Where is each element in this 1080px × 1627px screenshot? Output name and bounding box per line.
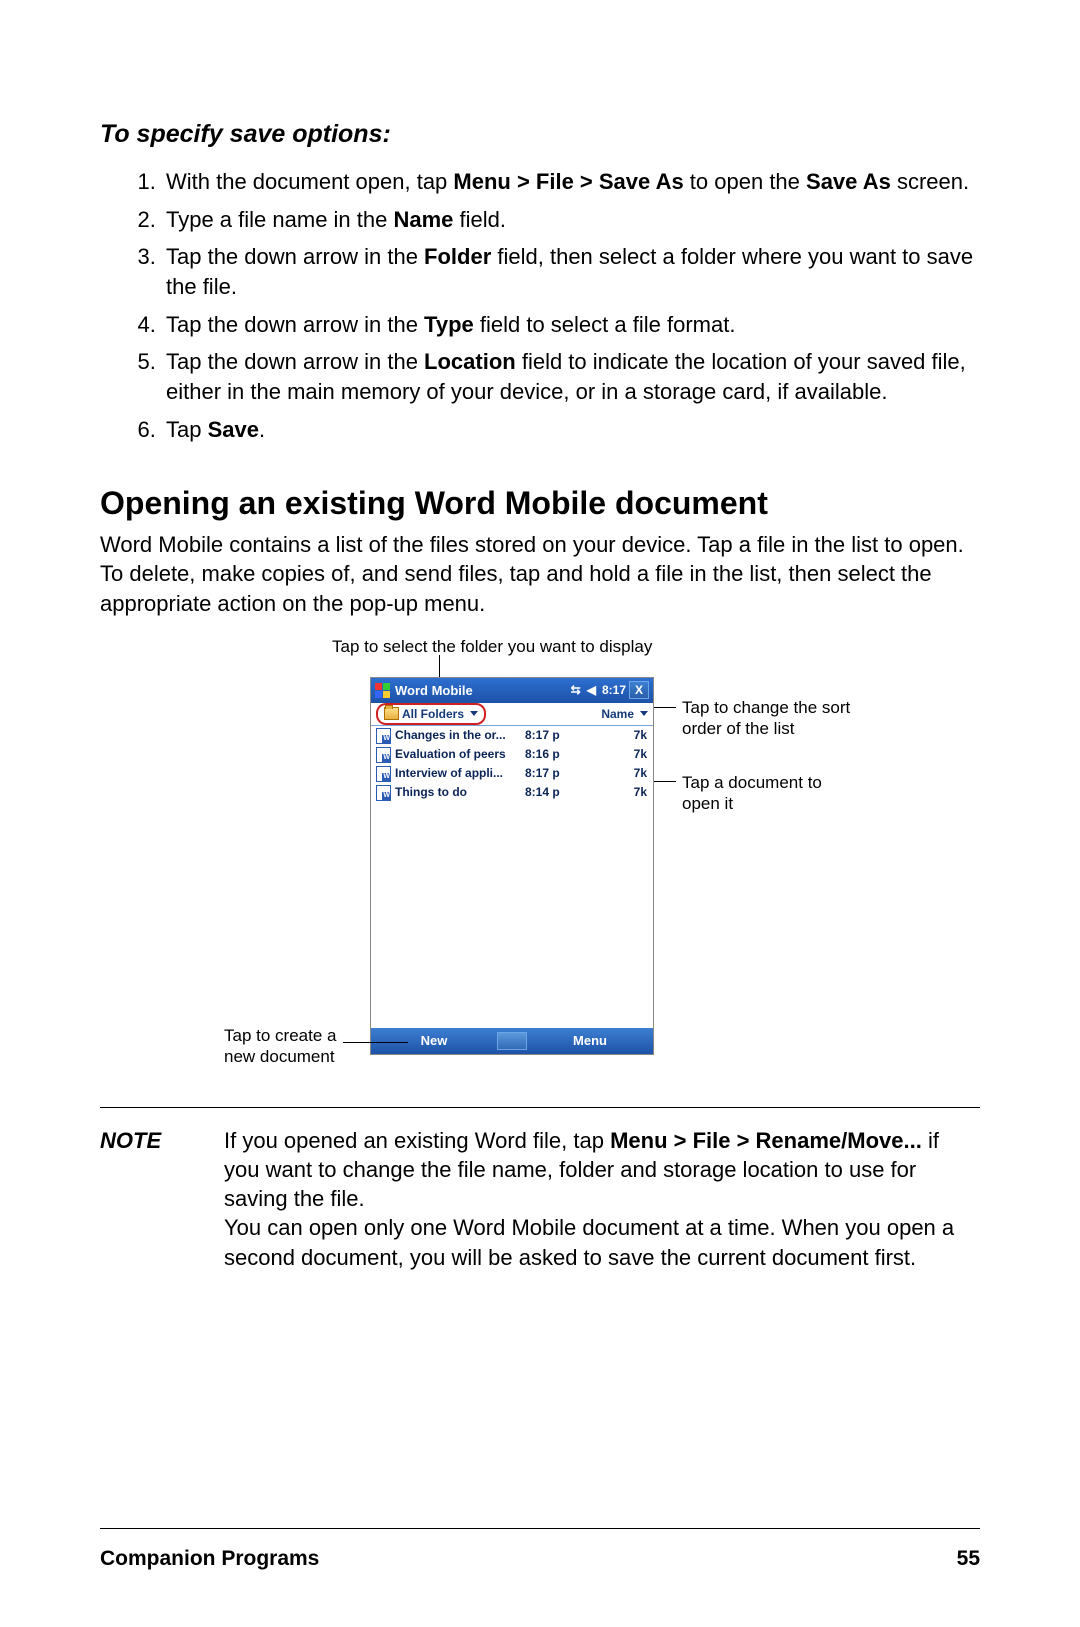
sort-label: Name <box>601 707 634 721</box>
document-icon <box>376 785 391 801</box>
callout-new: Tap to create a new document <box>224 1025 342 1068</box>
screenshot-word-mobile: Word Mobile ⇆ ◀ 8:17 X All Folders Name <box>370 677 654 1055</box>
divider <box>100 1107 980 1108</box>
folder-dropdown[interactable]: All Folders <box>376 703 486 725</box>
document-icon <box>376 747 391 763</box>
subheading-save-options: To specify save options: <box>100 120 980 149</box>
clock-text: 8:17 <box>602 683 626 697</box>
sip-icon[interactable] <box>497 1032 527 1050</box>
connectivity-icon: ⇆ <box>571 683 581 697</box>
titlebar: Word Mobile ⇆ ◀ 8:17 X <box>371 678 653 703</box>
chevron-down-icon <box>640 711 648 716</box>
close-button[interactable]: X <box>629 681 649 699</box>
folder-label: All Folders <box>402 707 464 721</box>
step-5: Tap the down arrow in the Location field… <box>162 347 980 406</box>
step-3: Tap the down arrow in the Folder field, … <box>162 242 980 301</box>
sort-dropdown[interactable]: Name <box>601 707 648 721</box>
file-row[interactable]: Interview of appli... 8:17 p 7k <box>371 764 653 783</box>
figure: Tap to select the folder you want to dis… <box>100 637 980 1077</box>
step-2: Type a file name in the Name field. <box>162 205 980 235</box>
footer-section: Companion Programs <box>100 1547 319 1571</box>
page-number: 55 <box>957 1547 980 1571</box>
document-icon <box>376 728 391 744</box>
softkey-menu[interactable]: Menu <box>527 1033 653 1048</box>
heading-opening-document: Opening an existing Word Mobile document <box>100 485 980 522</box>
document-icon <box>376 766 391 782</box>
chevron-down-icon <box>470 711 478 716</box>
softkey-bar: New Menu <box>371 1028 653 1054</box>
windows-logo-icon <box>375 683 390 698</box>
app-title: Word Mobile <box>395 683 568 698</box>
step-4: Tap the down arrow in the Type field to … <box>162 310 980 340</box>
section-paragraph: Word Mobile contains a list of the files… <box>100 530 980 619</box>
callout-open: Tap a document to open it <box>682 772 862 815</box>
note-block: NOTE If you opened an existing Word file… <box>100 1126 980 1272</box>
callout-sort: Tap to change the sort order of the list <box>682 697 862 740</box>
step-6: Tap Save. <box>162 415 980 445</box>
folder-bar: All Folders Name <box>371 703 653 726</box>
folder-icon <box>384 707 399 720</box>
file-row[interactable]: Evaluation of peers 8:16 p 7k <box>371 745 653 764</box>
volume-icon: ◀ <box>587 683 596 697</box>
page-footer: Companion Programs 55 <box>100 1528 980 1571</box>
note-label: NOTE <box>100 1126 190 1272</box>
caption-folder-select: Tap to select the folder you want to dis… <box>332 637 652 657</box>
file-row[interactable]: Things to do 8:14 p 7k <box>371 783 653 802</box>
note-text: If you opened an existing Word file, tap… <box>224 1126 980 1272</box>
file-row[interactable]: Changes in the or... 8:17 p 7k <box>371 726 653 745</box>
softkey-new[interactable]: New <box>371 1033 497 1048</box>
steps-list: With the document open, tap Menu > File … <box>100 167 980 445</box>
step-1: With the document open, tap Menu > File … <box>162 167 980 197</box>
